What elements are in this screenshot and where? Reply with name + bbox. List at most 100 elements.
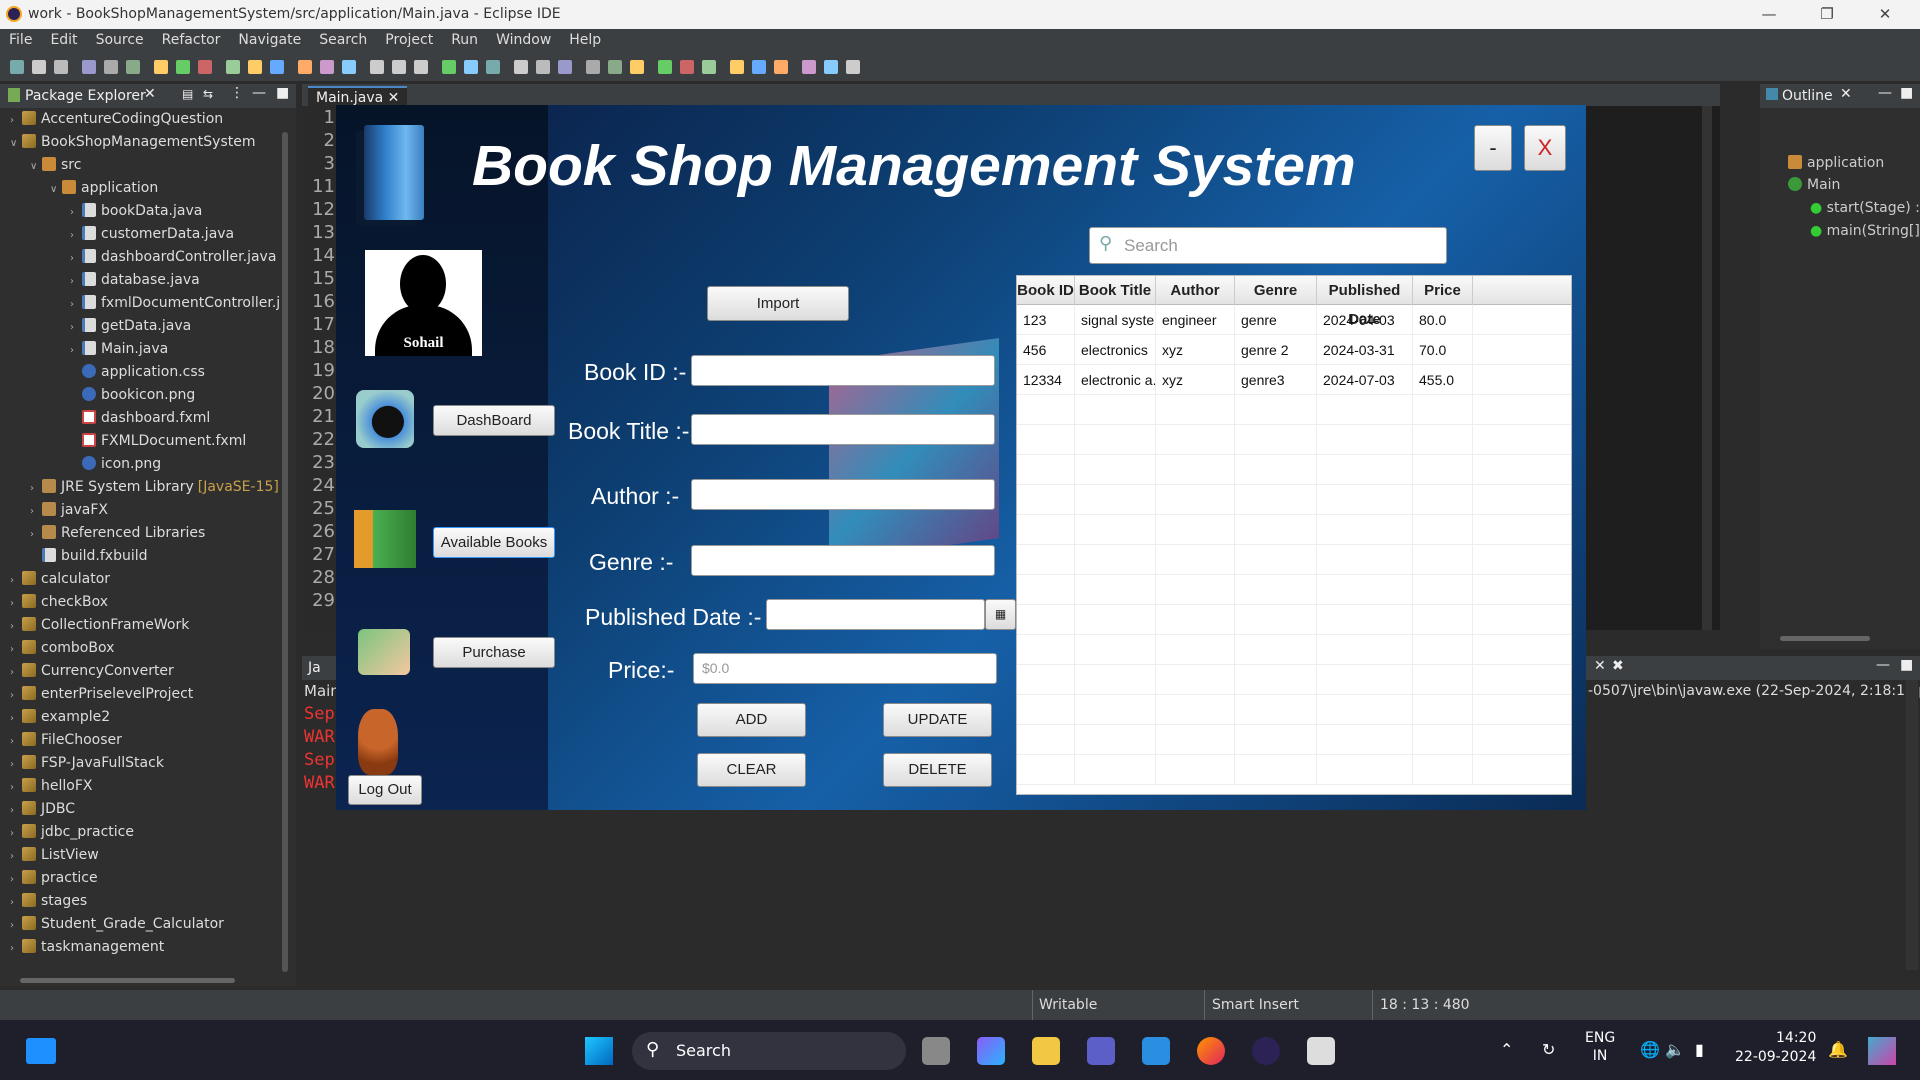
tree-item[interactable]: › CollectionFrameWork <box>0 614 189 637</box>
tree-item[interactable]: › fxmlDocumentController.j <box>0 292 280 315</box>
tree-item[interactable]: › example2 <box>0 706 110 729</box>
expand-icon[interactable]: › <box>10 661 22 684</box>
toolbar-icon[interactable] <box>10 60 24 74</box>
expand-icon[interactable]: › <box>10 638 22 661</box>
tree-item[interactable]: › Student_Grade_Calculator <box>0 913 224 936</box>
column-header[interactable]: Book ID <box>1017 276 1075 305</box>
dashboard-button[interactable]: DashBoard <box>433 405 555 436</box>
expand-icon[interactable]: › <box>10 799 22 822</box>
tree-item[interactable]: dashboard.fxml <box>0 407 210 430</box>
toolbar-icon[interactable] <box>608 60 622 74</box>
console-vscrollbar[interactable] <box>1906 680 1918 970</box>
tree-item[interactable]: › enterPriselevelProject <box>0 683 193 706</box>
column-header[interactable]: Author <box>1156 276 1235 305</box>
file-explorer-icon[interactable] <box>1032 1037 1060 1065</box>
battery-icon[interactable]: ▮ <box>1695 1040 1704 1059</box>
tree-item[interactable]: › database.java <box>0 269 200 292</box>
copilot-icon[interactable] <box>977 1037 1005 1065</box>
toolbar-icon[interactable] <box>126 60 140 74</box>
minimize-view-icon[interactable]: — <box>252 85 266 101</box>
tree-item[interactable]: application.css <box>0 361 205 384</box>
outline-hscrollbar[interactable] <box>1780 636 1870 641</box>
package-explorer-tab[interactable]: Package Explorer <box>25 88 146 104</box>
toolbar-icon[interactable] <box>752 60 766 74</box>
tree-item[interactable]: › comboBox <box>0 637 114 660</box>
menu-edit[interactable]: Edit <box>41 29 86 48</box>
toolbar-icon[interactable] <box>154 60 168 74</box>
close-icon[interactable]: ✕ <box>388 90 400 106</box>
outline-method-start[interactable]: ● start(Stage) : <box>1810 200 1920 216</box>
copilot-tray-icon[interactable] <box>1868 1037 1896 1065</box>
teams-icon[interactable] <box>1087 1037 1115 1065</box>
sync-icon[interactable]: ↻ <box>1542 1040 1555 1059</box>
toolbar-icon[interactable] <box>464 60 478 74</box>
toolbar-icon[interactable] <box>846 60 860 74</box>
tree-item[interactable]: › Referenced Libraries <box>0 522 205 545</box>
notification-icon[interactable]: 🔔 <box>1828 1040 1848 1059</box>
menu-window[interactable]: Window <box>487 29 560 48</box>
expand-icon[interactable]: › <box>10 822 22 845</box>
toolbar-icon[interactable] <box>630 60 644 74</box>
tree-item[interactable]: ∨ application <box>0 177 158 200</box>
published-date-input[interactable] <box>766 599 985 630</box>
expand-icon[interactable]: › <box>10 845 22 868</box>
expand-icon[interactable]: › <box>30 523 42 546</box>
expand-icon[interactable]: › <box>10 914 22 937</box>
widgets-icon[interactable] <box>26 1038 56 1064</box>
close-icon[interactable]: ✕ <box>1840 86 1852 102</box>
expand-icon[interactable]: › <box>10 753 22 776</box>
toolbar-icon[interactable] <box>176 60 190 74</box>
table-row[interactable]: 12334 electronic a... xyz genre3 2024-07-03 4… <box>1017 365 1571 395</box>
expand-icon[interactable]: › <box>70 224 82 247</box>
toolbar-icon[interactable] <box>82 60 96 74</box>
toolbar-icon[interactable] <box>442 60 456 74</box>
empty-table-row[interactable] <box>1017 575 1571 605</box>
toolbar-icon[interactable] <box>586 60 600 74</box>
toolbar-icon[interactable] <box>32 60 46 74</box>
tree-item[interactable]: › taskmanagement <box>0 936 164 959</box>
toolbar-icon[interactable] <box>342 60 356 74</box>
menu-search[interactable]: Search <box>310 29 376 48</box>
tree-item[interactable]: › getData.java <box>0 315 191 338</box>
add-button[interactable]: ADD <box>697 703 806 737</box>
toolbar-icon[interactable] <box>558 60 572 74</box>
expand-icon[interactable]: › <box>10 684 22 707</box>
tree-item[interactable]: FXMLDocument.fxml <box>0 430 246 453</box>
eclipse-taskbar-icon[interactable] <box>1252 1037 1280 1065</box>
tree-item[interactable]: ∨ BookShopManagementSystem <box>0 131 255 154</box>
toolbar-icon[interactable] <box>248 60 262 74</box>
toolbar-icon[interactable] <box>486 60 500 74</box>
column-header[interactable]: Published Date <box>1317 276 1413 328</box>
tree-item[interactable]: › checkBox <box>0 591 108 614</box>
toolbar-icon[interactable] <box>392 60 406 74</box>
purchase-button[interactable]: Purchase <box>433 637 555 668</box>
taskbar-search[interactable]: ⚲ Search <box>632 1032 906 1070</box>
remove-launch-icon[interactable]: ✕ <box>1594 658 1606 674</box>
author-input[interactable] <box>691 479 995 510</box>
console-tab[interactable]: Ja <box>308 660 321 676</box>
tree-item[interactable]: › ListView <box>0 844 99 867</box>
firefox-icon[interactable] <box>1197 1037 1225 1065</box>
restore-window-button[interactable]: ❐ <box>1798 0 1856 29</box>
expand-icon[interactable]: › <box>70 247 82 270</box>
toolbar-icon[interactable] <box>270 60 284 74</box>
tree-item[interactable]: › CurrencyConverter <box>0 660 174 683</box>
tree-item[interactable]: › customerData.java <box>0 223 234 246</box>
delete-button[interactable]: DELETE <box>883 753 992 787</box>
expand-icon[interactable]: ∨ <box>10 132 22 155</box>
column-header[interactable]: Genre <box>1235 276 1317 305</box>
outline-package[interactable]: application <box>1788 155 1884 171</box>
clear-button[interactable]: CLEAR <box>697 753 806 787</box>
expand-icon[interactable]: › <box>10 776 22 799</box>
expand-icon[interactable]: › <box>10 707 22 730</box>
price-input[interactable]: $0.0 <box>693 653 997 684</box>
toolbar-icon[interactable] <box>536 60 550 74</box>
available-books-button[interactable]: Available Books <box>433 527 555 558</box>
tree-item[interactable]: icon.png <box>0 453 161 476</box>
expand-icon[interactable]: › <box>30 500 42 523</box>
toolbar-icon[interactable] <box>414 60 428 74</box>
minimize-window-button[interactable]: — <box>1740 0 1798 29</box>
empty-table-row[interactable] <box>1017 395 1571 425</box>
app-close-button[interactable]: X <box>1524 125 1566 171</box>
collapse-all-icon[interactable]: ▤ <box>182 87 193 101</box>
